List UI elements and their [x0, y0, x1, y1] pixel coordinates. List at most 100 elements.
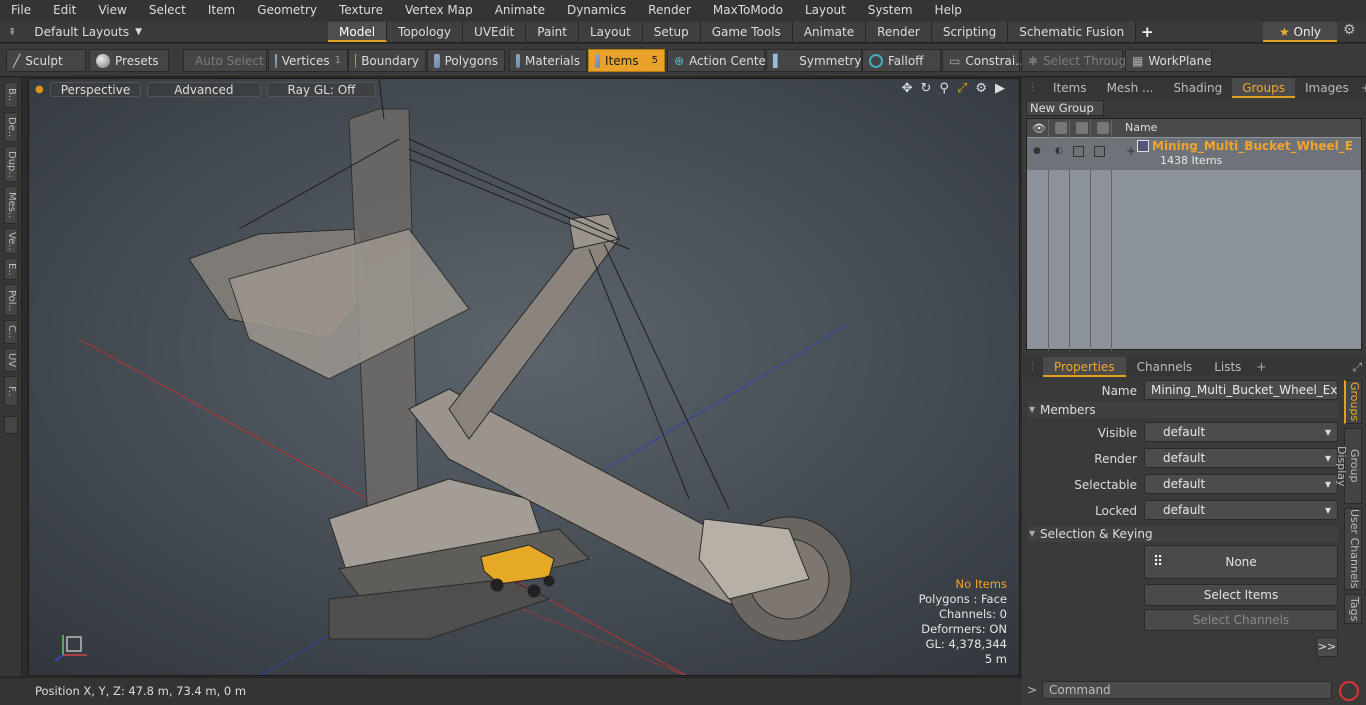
- tab-properties[interactable]: Properties: [1043, 357, 1126, 377]
- presets-button[interactable]: Presets: [89, 49, 169, 72]
- tab-scripting[interactable]: Scripting: [931, 22, 1009, 42]
- tab-render[interactable]: Render: [866, 22, 932, 42]
- more-button[interactable]: >>: [1316, 637, 1338, 657]
- auto-select-button[interactable]: Auto Select: [183, 49, 267, 72]
- lock-icon[interactable]: [1097, 122, 1109, 134]
- record-button[interactable]: [1339, 681, 1359, 701]
- menu-render[interactable]: Render: [637, 0, 702, 21]
- menu-item[interactable]: Item: [197, 0, 246, 21]
- left-tab-fusion[interactable]: F..: [4, 376, 18, 406]
- group-name-field[interactable]: Mining_Multi_Bucket_Wheel_Excavatc: [1144, 380, 1338, 400]
- select-items-button[interactable]: Select Items: [1144, 584, 1338, 606]
- render-dropdown[interactable]: default ▾: [1144, 448, 1338, 468]
- tab-channels[interactable]: Channels: [1126, 357, 1204, 377]
- locked-dropdown[interactable]: default ▾: [1144, 500, 1338, 520]
- tab-lists[interactable]: Lists: [1203, 357, 1252, 377]
- tab-animate[interactable]: Animate: [792, 22, 867, 42]
- left-tab-vertex[interactable]: Ve..: [4, 228, 18, 254]
- new-group-button[interactable]: New Group: [1026, 100, 1104, 116]
- sculpt-button[interactable]: ╱ Sculpt: [6, 49, 86, 72]
- left-tab-edge[interactable]: E..: [4, 258, 18, 280]
- 3d-viewport[interactable]: ● Perspective Advanced Ray GL: Off ✥ ↻ ⚲…: [28, 78, 1020, 676]
- select-through-button[interactable]: ✱ Select Through: [1021, 49, 1134, 72]
- visible-dropdown[interactable]: default ▾: [1144, 422, 1338, 442]
- zoom-view-icon[interactable]: ⚲: [939, 81, 949, 96]
- maximize-view-icon[interactable]: ⤢: [957, 81, 967, 96]
- expand-plus-icon[interactable]: +: [1126, 144, 1136, 158]
- left-tab-basic[interactable]: B..: [4, 82, 18, 108]
- render-icon[interactable]: [1055, 122, 1067, 134]
- menu-maxtomodo[interactable]: MaxToModo: [702, 0, 794, 21]
- menu-system[interactable]: System: [857, 0, 924, 21]
- left-tab-extra[interactable]: [4, 416, 18, 434]
- constraints-button[interactable]: ▭ Constrai...: [942, 49, 1027, 72]
- menu-help[interactable]: Help: [924, 0, 973, 21]
- move-view-icon[interactable]: ✥: [902, 81, 913, 96]
- left-tab-mesh[interactable]: Mes..: [4, 186, 18, 224]
- tab-shading[interactable]: Shading: [1163, 78, 1232, 98]
- tab-schematic-fusion[interactable]: Schematic Fusion: [1008, 22, 1137, 42]
- left-tab-deform[interactable]: De..: [4, 112, 18, 142]
- menu-vertex-map[interactable]: Vertex Map: [394, 0, 484, 21]
- materials-button[interactable]: Materials: [509, 49, 587, 72]
- tab-layout[interactable]: Layout: [578, 22, 643, 42]
- tab-items[interactable]: Items: [1043, 78, 1097, 98]
- side-tab-group-display[interactable]: Group Display: [1335, 428, 1362, 504]
- none-button[interactable]: ⠿ None: [1144, 545, 1338, 579]
- row-render-icon[interactable]: ◐: [1055, 146, 1063, 156]
- tab-groups[interactable]: Groups: [1232, 78, 1295, 98]
- view-settings-icon[interactable]: ⚙: [975, 81, 987, 96]
- polygons-button[interactable]: Polygons: [427, 49, 505, 72]
- symmetry-button[interactable]: ▌ Symmetry: [766, 49, 862, 72]
- tab-topology[interactable]: Topology: [387, 22, 464, 42]
- add-properties-tab-icon[interactable]: +: [1256, 360, 1266, 374]
- row-lock-checkbox[interactable]: [1094, 146, 1105, 157]
- side-tab-user-channels[interactable]: User Channels: [1344, 508, 1362, 590]
- command-input[interactable]: Command: [1042, 681, 1332, 699]
- tab-mesh[interactable]: Mesh ...: [1097, 78, 1164, 98]
- menu-animate[interactable]: Animate: [484, 0, 556, 21]
- left-tab-curve[interactable]: C..: [4, 320, 18, 344]
- action-center-button[interactable]: ⊕ Action Center: [667, 49, 771, 72]
- boundary-button[interactable]: Boundary: [348, 49, 426, 72]
- menu-geometry[interactable]: Geometry: [246, 0, 328, 21]
- eye-icon[interactable]: 👁: [1032, 122, 1046, 135]
- left-tab-uv[interactable]: UV: [4, 348, 18, 372]
- tab-model[interactable]: Model: [328, 22, 388, 42]
- left-tab-polygon[interactable]: Pol..: [4, 284, 18, 316]
- select-lock-icon[interactable]: [1076, 122, 1088, 134]
- gear-icon[interactable]: ⚙: [1343, 22, 1356, 38]
- group-row[interactable]: ● ◐ + Mining_Multi_Bucket_Wheel_Ex ... 1…: [1027, 138, 1361, 170]
- tab-game-tools[interactable]: Game Tools: [700, 22, 793, 42]
- side-tab-tags[interactable]: Tags: [1344, 594, 1362, 624]
- selection-keying-section[interactable]: Selection & Keying: [1028, 526, 1338, 542]
- menu-file[interactable]: File: [0, 0, 42, 21]
- add-panel-tab-icon[interactable]: +: [1361, 81, 1366, 95]
- raygl-dropdown[interactable]: Ray GL: Off: [266, 81, 377, 97]
- select-channels-button[interactable]: Select Channels: [1144, 609, 1338, 631]
- tab-paint[interactable]: Paint: [526, 22, 579, 42]
- perspective-dropdown[interactable]: Perspective: [49, 81, 142, 97]
- menu-layout[interactable]: Layout: [794, 0, 857, 21]
- tab-setup[interactable]: Setup: [642, 22, 701, 42]
- falloff-button[interactable]: Falloff: [862, 49, 941, 72]
- left-tab-duplicate[interactable]: Dup..: [4, 146, 18, 182]
- workplane-button[interactable]: ▦ WorkPlane: [1125, 49, 1212, 72]
- tab-images[interactable]: Images: [1295, 78, 1359, 98]
- expand-properties-icon[interactable]: ⤢: [1352, 360, 1362, 375]
- viewport-scene[interactable]: [29, 79, 1020, 676]
- row-select-checkbox[interactable]: [1073, 146, 1084, 157]
- menu-view[interactable]: View: [87, 0, 137, 21]
- selectable-dropdown[interactable]: default ▾: [1144, 474, 1338, 494]
- only-button[interactable]: ★ Only: [1263, 22, 1337, 42]
- add-tab-button[interactable]: +: [1136, 22, 1158, 42]
- layouts-dropdown[interactable]: ⇞ Default Layouts ▼: [8, 21, 142, 43]
- row-eye-icon[interactable]: ●: [1033, 146, 1041, 156]
- menu-texture[interactable]: Texture: [328, 0, 394, 21]
- vertices-button[interactable]: Vertices 1: [268, 49, 348, 72]
- tab-uvedit[interactable]: UVEdit: [463, 22, 527, 42]
- items-button[interactable]: Items 5: [588, 49, 665, 72]
- members-section[interactable]: Members: [1028, 402, 1338, 418]
- menu-edit[interactable]: Edit: [42, 0, 87, 21]
- side-tab-groups[interactable]: Groups: [1344, 380, 1362, 424]
